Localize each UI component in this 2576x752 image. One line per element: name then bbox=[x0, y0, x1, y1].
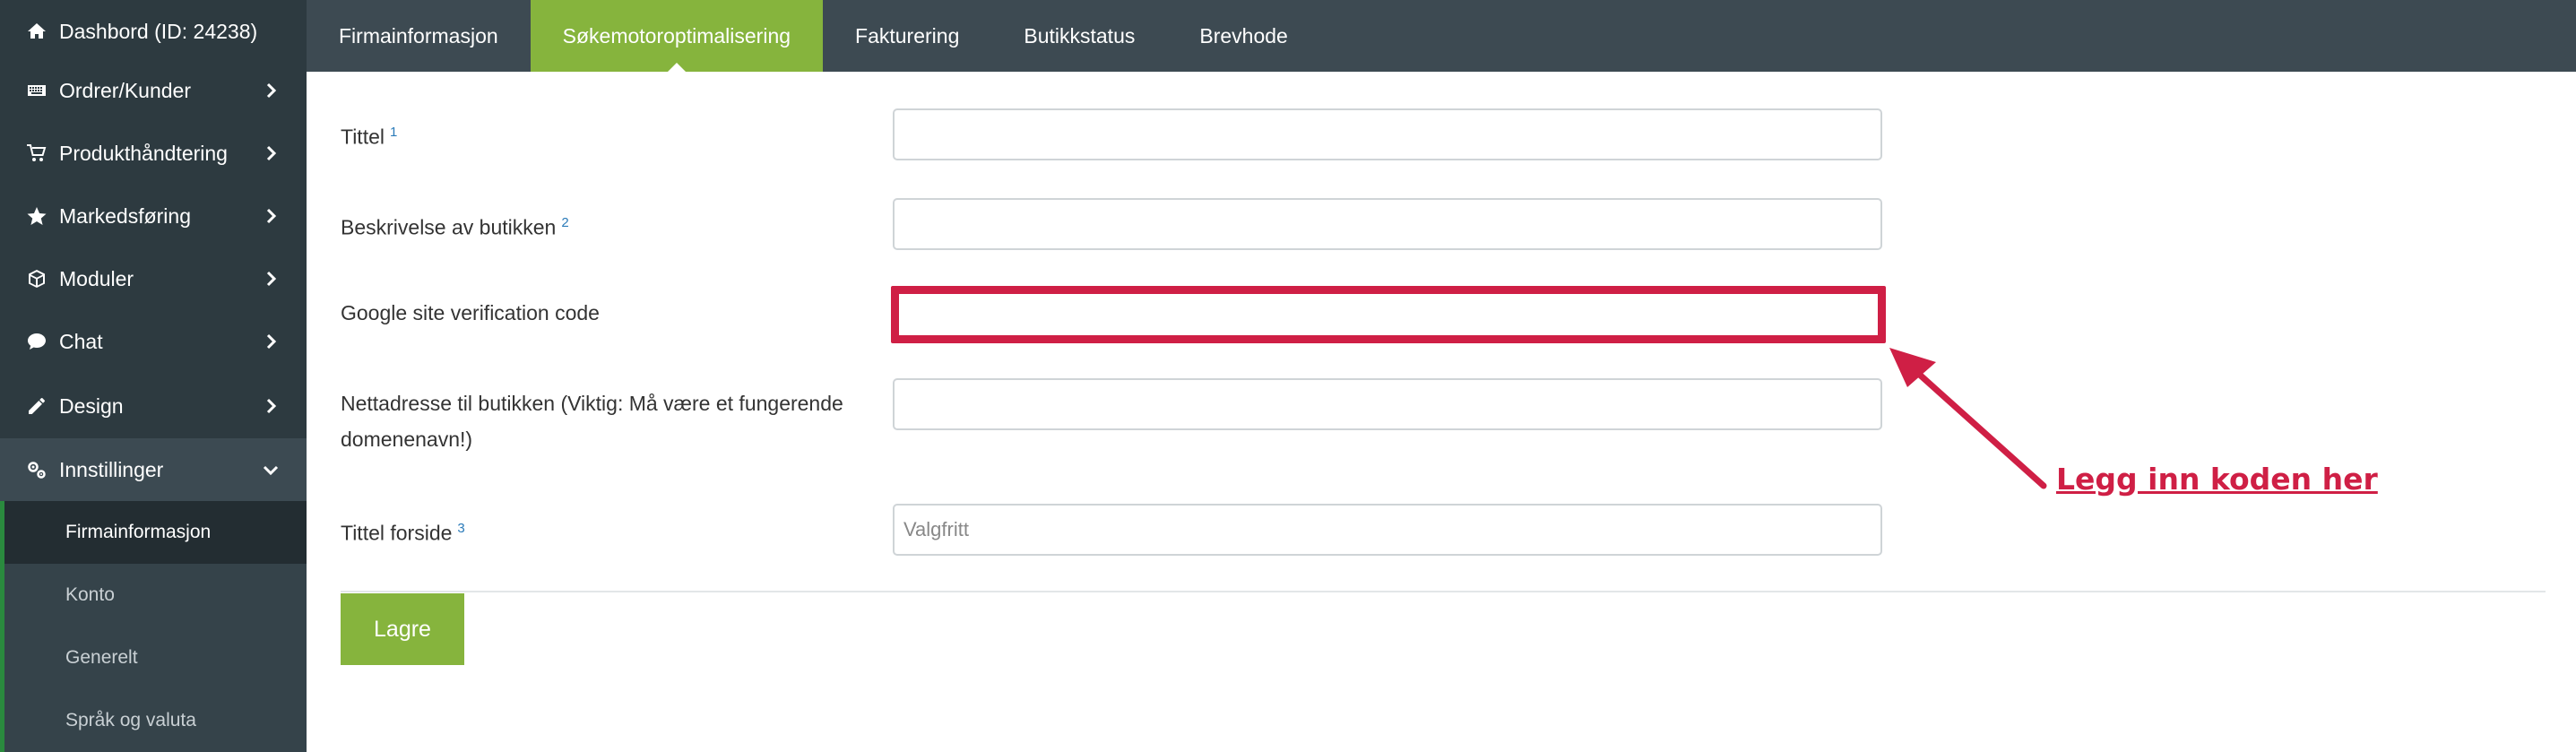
footnote-3: 3 bbox=[457, 521, 465, 536]
sidebar-subitem-account[interactable]: Konto bbox=[0, 564, 307, 627]
sidebar: Dashbord (ID: 24238) Ordrer/Kunder Produ… bbox=[0, 0, 307, 752]
tab-bar: Firmainformasjon Søkemotoroptimalisering… bbox=[307, 0, 2576, 73]
chevron-right-icon bbox=[253, 398, 289, 414]
cube-icon bbox=[23, 265, 50, 292]
sidebar-item-label: Dashbord (ID: 24238) bbox=[59, 19, 258, 43]
cogs-icon bbox=[23, 456, 50, 483]
sidebar-subitem-language-currency[interactable]: Språk og valuta bbox=[0, 689, 307, 752]
sidebar-item-products[interactable]: Produkthåndtering bbox=[0, 122, 307, 185]
sidebar-item-label: Moduler bbox=[59, 266, 134, 290]
sidebar-item-label: Produkthåndtering bbox=[59, 141, 228, 165]
chevron-down-icon bbox=[253, 462, 289, 478]
tab-billing[interactable]: Fakturering bbox=[823, 0, 991, 72]
star-icon bbox=[23, 203, 50, 229]
sidebar-item-dashboard[interactable]: Dashbord (ID: 24238) bbox=[0, 0, 307, 63]
sidebar-subitem-general[interactable]: Generelt bbox=[0, 627, 307, 689]
sidebar-item-label: Markedsføring bbox=[59, 203, 191, 228]
title-input[interactable] bbox=[893, 108, 1882, 160]
front-title-input[interactable] bbox=[893, 504, 1882, 556]
sidebar-item-label: Innstillinger bbox=[59, 457, 164, 481]
chevron-right-icon bbox=[253, 271, 289, 287]
description-label: Beskrivelse av butikken 2 bbox=[341, 215, 569, 239]
footnote-2: 2 bbox=[561, 215, 569, 230]
chevron-right-icon bbox=[253, 82, 289, 99]
sidebar-item-settings[interactable]: Innstillinger bbox=[0, 438, 307, 501]
title-label: Tittel 1 bbox=[341, 125, 398, 149]
google-verification-label: Google site verification code bbox=[341, 301, 600, 324]
sidebar-item-label: Design bbox=[59, 393, 124, 418]
front-title-label: Tittel forside 3 bbox=[341, 521, 465, 545]
pencil-icon bbox=[23, 393, 50, 419]
chevron-right-icon bbox=[253, 145, 289, 161]
cart-icon bbox=[23, 140, 50, 167]
url-label: Nettadresse til butikken (Viktig: Må vær… bbox=[341, 392, 843, 451]
tab-letterhead[interactable]: Brevhode bbox=[1167, 0, 1319, 72]
chat-icon bbox=[23, 328, 50, 355]
save-button[interactable]: Lagre bbox=[341, 593, 464, 665]
sidebar-item-orders[interactable]: Ordrer/Kunder bbox=[0, 59, 307, 122]
divider bbox=[341, 591, 2546, 592]
sidebar-item-design[interactable]: Design bbox=[0, 375, 307, 437]
description-input[interactable] bbox=[893, 198, 1882, 250]
chevron-right-icon bbox=[253, 208, 289, 224]
sidebar-item-label: Ordrer/Kunder bbox=[59, 78, 192, 102]
sidebar-subitem-company-info[interactable]: Firmainformasjon bbox=[0, 501, 307, 564]
highlight-box bbox=[891, 286, 1886, 343]
home-icon bbox=[23, 18, 50, 45]
sidebar-item-label: Chat bbox=[59, 329, 103, 353]
annotation-text: Legg inn koden her bbox=[2056, 462, 2378, 497]
footnote-1: 1 bbox=[390, 125, 398, 140]
sidebar-item-chat[interactable]: Chat bbox=[0, 310, 307, 373]
url-input[interactable] bbox=[893, 378, 1882, 430]
sidebar-item-marketing[interactable]: Markedsføring bbox=[0, 185, 307, 247]
keyboard-icon bbox=[23, 77, 50, 104]
chevron-right-icon bbox=[253, 333, 289, 350]
sidebar-item-modules[interactable]: Moduler bbox=[0, 247, 307, 310]
tab-store-status[interactable]: Butikkstatus bbox=[991, 0, 1167, 72]
tab-seo[interactable]: Søkemotoroptimalisering bbox=[530, 0, 824, 73]
tab-company-info[interactable]: Firmainformasjon bbox=[307, 0, 531, 72]
